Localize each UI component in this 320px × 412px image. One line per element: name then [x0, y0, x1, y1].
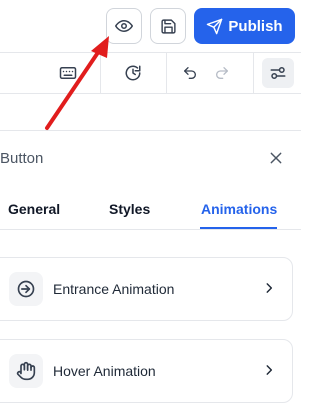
panel-title: Button [0, 150, 44, 167]
hover-animation-card[interactable]: Hover Animation [0, 339, 293, 403]
publish-label: Publish [228, 17, 283, 35]
panel-top-divider [0, 130, 301, 131]
entrance-animation-label: Entrance Animation [53, 281, 175, 297]
sliders-icon [270, 67, 286, 79]
hand-icon [16, 361, 36, 381]
keyboard-icon [59, 67, 77, 79]
redo-icon [216, 67, 228, 79]
chevron-right-icon [266, 365, 273, 375]
toolbar-bottom-divider [0, 93, 301, 94]
close-icon [270, 152, 282, 164]
redo-button[interactable] [212, 63, 232, 83]
entrance-icon [17, 280, 35, 298]
preview-button[interactable] [106, 8, 142, 44]
hand-icon-box [9, 354, 43, 388]
publish-button[interactable]: Publish [194, 8, 295, 44]
toolbar-divider [100, 53, 101, 93]
history-icon [125, 65, 141, 81]
settings-toggle-button[interactable] [262, 58, 294, 88]
floppy-disk-icon [160, 18, 176, 34]
undo-icon [184, 67, 196, 79]
tab-general[interactable]: General [8, 201, 60, 217]
tabs-divider [0, 229, 301, 230]
entrance-icon-box [9, 272, 43, 306]
hover-animation-label: Hover Animation [53, 363, 156, 379]
chevron-right-icon [266, 283, 273, 293]
keyboard-shortcuts-button[interactable] [56, 63, 80, 83]
close-panel-button[interactable] [265, 147, 287, 169]
entrance-animation-card[interactable]: Entrance Animation [0, 257, 293, 321]
toolbar-divider [253, 53, 254, 93]
send-icon [207, 18, 223, 34]
eye-icon [115, 20, 133, 32]
toolbar-divider [166, 53, 167, 93]
undo-button[interactable] [180, 63, 200, 83]
tab-animations[interactable]: Animations [201, 201, 277, 217]
tab-styles[interactable]: Styles [109, 201, 150, 217]
header-divider [0, 52, 301, 53]
history-button[interactable] [122, 62, 144, 84]
save-button[interactable] [150, 8, 186, 44]
